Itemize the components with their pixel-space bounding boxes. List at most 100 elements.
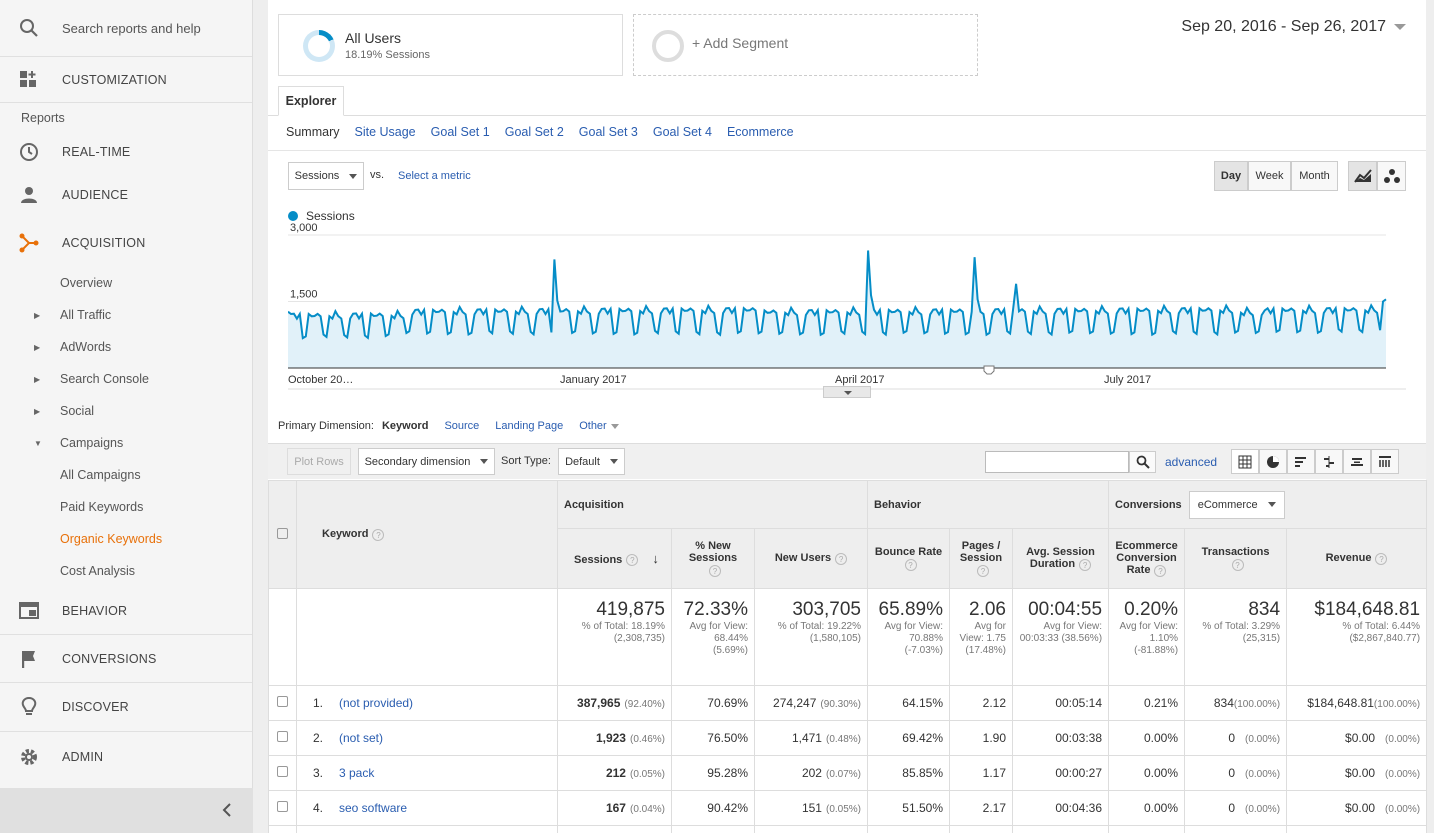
help-icon[interactable]: ? bbox=[709, 564, 721, 577]
help-icon[interactable]: ? bbox=[1231, 558, 1244, 571]
dimension-keyword[interactable]: Keyword bbox=[382, 420, 428, 432]
help-icon[interactable]: ? bbox=[977, 564, 989, 577]
col-avg-duration[interactable]: Avg. Session Duration? bbox=[1011, 528, 1110, 589]
sidebar-item-all-campaigns[interactable]: All Campaigns bbox=[0, 459, 252, 491]
new-users-value: 202 bbox=[801, 766, 822, 780]
subtab-goal-set-4[interactable]: Goal Set 4 bbox=[653, 125, 712, 139]
plot-rows-button[interactable]: Plot Rows bbox=[287, 448, 351, 475]
motion-chart-button[interactable] bbox=[1377, 161, 1406, 191]
row-checkbox[interactable] bbox=[277, 731, 288, 742]
expand-annotations-button[interactable] bbox=[823, 386, 871, 398]
period-month-button[interactable]: Month bbox=[1291, 161, 1338, 191]
line-chart-button[interactable] bbox=[1348, 161, 1377, 191]
sidebar-item-campaigns[interactable]: ▼ Campaigns bbox=[0, 427, 252, 459]
period-day-button[interactable]: Day bbox=[1214, 161, 1248, 191]
vs-label: vs. bbox=[370, 169, 385, 181]
sessions-pct: (0.05%) bbox=[629, 769, 665, 780]
help-icon[interactable]: ? bbox=[835, 552, 848, 565]
subtab-site-usage[interactable]: Site Usage bbox=[354, 125, 415, 139]
table-search-input[interactable] bbox=[985, 451, 1129, 473]
keyword-header[interactable]: Keyword? bbox=[296, 480, 558, 589]
subtab-ecommerce[interactable]: Ecommerce bbox=[727, 125, 794, 139]
col-conversion-rate[interactable]: Ecommerce Conversion Rate? bbox=[1108, 528, 1186, 589]
keyword-link[interactable]: 3 pack bbox=[339, 766, 374, 780]
row-checkbox[interactable] bbox=[277, 696, 288, 707]
col-revenue[interactable]: Revenue? bbox=[1286, 528, 1428, 589]
help-icon[interactable]: ? bbox=[1154, 564, 1167, 577]
reports-heading: Reports bbox=[21, 111, 65, 125]
sidebar-item-cost-analysis[interactable]: Cost Analysis bbox=[0, 555, 252, 587]
col-sessions[interactable]: Sessions? ↓ bbox=[557, 528, 672, 589]
date-range-picker[interactable]: Sep 20, 2016 - Sep 26, 2017 bbox=[1181, 18, 1406, 36]
period-week-button[interactable]: Week bbox=[1248, 161, 1291, 191]
tab-explorer[interactable]: Explorer bbox=[278, 86, 344, 116]
sidebar-item-adwords[interactable]: ▶ AdWords bbox=[0, 331, 252, 363]
col-pages-session[interactable]: Pages / Session? bbox=[949, 528, 1013, 589]
select-metric-link[interactable]: Select a metric bbox=[398, 170, 471, 182]
secondary-dimension-select[interactable]: Secondary dimension bbox=[358, 448, 495, 475]
view-pie-button[interactable] bbox=[1259, 449, 1287, 474]
sidebar-item-discover[interactable]: DISCOVER bbox=[0, 683, 252, 732]
sidebar-item-realtime[interactable]: REAL-TIME bbox=[0, 133, 252, 171]
sidebar-item-organic-keywords[interactable]: Organic Keywords bbox=[0, 523, 252, 555]
sidebar-item-customization[interactable]: CUSTOMIZATION bbox=[0, 57, 252, 103]
sidebar-item-search-console[interactable]: ▶ Search Console bbox=[0, 363, 252, 395]
conversion-type-select[interactable]: eCommerce bbox=[1188, 490, 1285, 519]
new-sessions-cell: 70.69% bbox=[671, 685, 755, 721]
sidebar-item-admin[interactable]: ADMIN bbox=[0, 732, 252, 781]
dimension-source[interactable]: Source bbox=[444, 420, 479, 432]
sidebar-item-conversions[interactable]: CONVERSIONS bbox=[0, 635, 252, 683]
row-checkbox[interactable] bbox=[277, 801, 288, 812]
total-note: Avg for View: 1.75 (17.48%) bbox=[959, 621, 1006, 656]
subtab-goal-set-3[interactable]: Goal Set 3 bbox=[579, 125, 638, 139]
view-comparison-button[interactable] bbox=[1315, 449, 1343, 474]
advanced-link[interactable]: advanced bbox=[1165, 455, 1217, 469]
select-all-checkbox[interactable] bbox=[277, 527, 288, 539]
dimension-landing-page[interactable]: Landing Page bbox=[495, 420, 563, 432]
sidebar-item-paid-keywords[interactable]: Paid Keywords bbox=[0, 491, 252, 523]
help-icon[interactable]: ? bbox=[904, 558, 917, 571]
col-label: Ecommerce Conversion Rate bbox=[1115, 540, 1178, 577]
sidebar-item-all-traffic[interactable]: ▶ All Traffic bbox=[0, 299, 252, 331]
person-icon bbox=[21, 187, 37, 203]
row-checkbox[interactable] bbox=[277, 766, 288, 777]
col-transactions[interactable]: Transactions? bbox=[1184, 528, 1288, 589]
help-icon[interactable]: ? bbox=[1079, 558, 1092, 571]
help-icon[interactable]: ? bbox=[372, 528, 385, 541]
total-value: 419,875 bbox=[596, 599, 665, 620]
collapse-sidebar-icon[interactable] bbox=[221, 802, 233, 818]
col-new-sessions[interactable]: % New Sessions? bbox=[671, 528, 755, 589]
view-bar-button[interactable] bbox=[1287, 449, 1315, 474]
segment-all-users[interactable]: All Users 18.19% Sessions bbox=[278, 14, 623, 76]
subtab-goal-set-1[interactable]: Goal Set 1 bbox=[431, 125, 490, 139]
sidebar-label: AUDIENCE bbox=[62, 188, 129, 202]
annotation-marker-icon[interactable] bbox=[983, 365, 995, 375]
total-cell: 303,705% of Total: 19.22% (1,580,105) bbox=[754, 588, 868, 686]
col-new-users[interactable]: New Users? bbox=[754, 528, 868, 589]
dimension-other[interactable]: Other bbox=[579, 420, 619, 432]
subtab-goal-set-2[interactable]: Goal Set 2 bbox=[505, 125, 564, 139]
view-table-button[interactable] bbox=[1231, 449, 1259, 474]
metric-select[interactable]: Sessions bbox=[288, 162, 364, 190]
behavior-group: Behavior bbox=[866, 480, 1110, 529]
total-value: 0.20% bbox=[1124, 599, 1179, 620]
sidebar-item-behavior[interactable]: BEHAVIOR bbox=[0, 587, 252, 635]
col-bounce-rate[interactable]: Bounce Rate? bbox=[867, 528, 950, 589]
subtab-summary[interactable]: Summary bbox=[286, 125, 339, 139]
sidebar-item-acquisition[interactable]: ACQUISITION bbox=[0, 219, 252, 267]
sidebar-item-social[interactable]: ▶ Social bbox=[0, 395, 252, 427]
sort-type-select[interactable]: Default bbox=[558, 448, 625, 475]
keyword-link[interactable]: (not set) bbox=[339, 731, 383, 745]
help-icon[interactable]: ? bbox=[626, 554, 639, 567]
table-row: 3. 3 pack 212 (0.05%) 95.28% 202 (0.07%) 85.85%… bbox=[268, 755, 1428, 791]
sidebar-item-overview[interactable]: Overview bbox=[0, 267, 252, 299]
keyword-link[interactable]: seo software bbox=[339, 801, 407, 815]
help-icon[interactable]: ? bbox=[1375, 552, 1388, 565]
view-term-cloud-button[interactable] bbox=[1343, 449, 1371, 474]
add-segment-button[interactable]: + Add Segment bbox=[633, 14, 978, 76]
view-pivot-button[interactable] bbox=[1371, 449, 1399, 474]
sidebar-item-audience[interactable]: AUDIENCE bbox=[0, 171, 252, 219]
search-reports[interactable]: Search reports and help bbox=[0, 0, 252, 57]
keyword-link[interactable]: (not provided) bbox=[339, 696, 413, 710]
table-search-button[interactable] bbox=[1129, 451, 1156, 473]
